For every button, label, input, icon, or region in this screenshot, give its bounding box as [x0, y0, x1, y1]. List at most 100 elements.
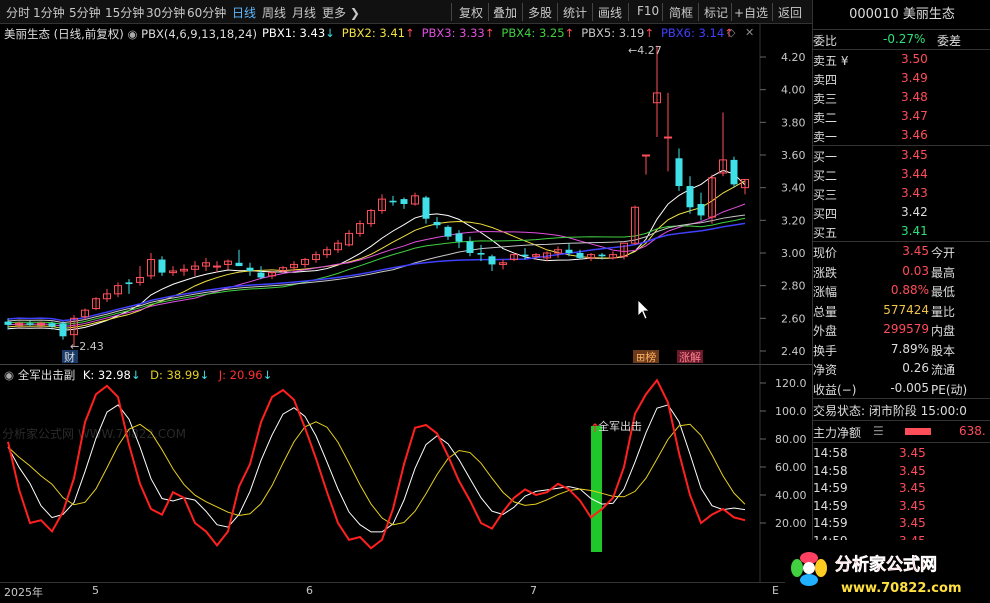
ask-level-4[interactable]: 卖四 3.49 — [813, 70, 990, 88]
stat-label: 总量 — [813, 304, 838, 319]
finance-tag[interactable]: 财 — [64, 350, 75, 364]
bid-label: 买四 — [813, 207, 838, 221]
net-flow-row[interactable]: 主力净额 ☰ 638. — [813, 423, 990, 441]
zhangjie-tag[interactable]: 涨解 — [679, 350, 701, 364]
tick-row[interactable]: 14:58 3.45 — [813, 463, 990, 481]
candle — [653, 45, 661, 138]
bid-level-3[interactable]: 买三 3.43 — [813, 185, 990, 203]
stock-code-name[interactable]: 000010 美丽生态 — [813, 0, 990, 30]
candle — [334, 239, 342, 253]
y-tick-label: 3.40 — [781, 182, 806, 195]
period-tab-30min[interactable]: 30分钟 — [146, 4, 185, 21]
period-tab-monthly[interactable]: 月线 — [292, 4, 316, 21]
y-tick-label: 2.60 — [781, 312, 806, 325]
sub-y-tick-label: 20.00 — [775, 517, 807, 530]
draw-line-button[interactable]: 画线 — [598, 4, 622, 21]
stat-value: 299579 — [883, 322, 929, 336]
tick-row[interactable]: 14:59 3.45 — [813, 498, 990, 516]
tick-row[interactable]: 14:58 3.45 — [813, 445, 990, 463]
f10-button[interactable]: F10 — [637, 4, 659, 18]
longhu-tag[interactable]: ⊞榜 — [636, 350, 656, 364]
tick-time: 14:58 — [813, 446, 848, 460]
kline-main-chart[interactable]: 4.20 4.00 3.80 3.60 3.40 3.20 3.00 2.80 2.60 2.40… — [0, 24, 812, 364]
period-tab-1min[interactable]: 1分钟 — [33, 4, 65, 21]
add-favorite-button[interactable]: +自选 — [734, 4, 768, 21]
candle — [697, 192, 705, 221]
stat-right-label: 量比 — [931, 304, 956, 319]
stat-row[interactable]: 换手 7.89% 股本 — [813, 341, 990, 359]
bid-level-2[interactable]: 买二 3.44 — [813, 166, 990, 184]
ask-level-2[interactable]: 卖二 3.47 — [813, 108, 990, 126]
period-tab-60min[interactable]: 60分钟 — [187, 4, 226, 21]
ask-level-1[interactable]: 卖一 3.46 — [813, 127, 990, 145]
tick-row[interactable]: 14:59 3.45 — [813, 515, 990, 533]
stats-button[interactable]: 统计 — [563, 4, 587, 21]
candle — [499, 259, 507, 270]
chart-close-icon[interactable]: ✕ — [745, 26, 754, 39]
toolbar-divider — [731, 3, 732, 21]
period-tab-more[interactable]: 更多 ❯ — [322, 4, 360, 21]
sub-y-tick-label: 40.00 — [775, 489, 807, 502]
ask-label: 卖五 ¥ — [813, 54, 849, 68]
stat-label: 净资 — [813, 363, 838, 377]
candle — [158, 256, 166, 276]
mark-button[interactable]: 标记 — [704, 4, 728, 21]
ask-level-5[interactable]: 卖五 ¥ 3.50 — [813, 51, 990, 69]
sub-indicator-settings-icon[interactable]: ◉ — [4, 368, 18, 382]
candle — [246, 262, 254, 276]
bid-level-4[interactable]: 买四 3.42 — [813, 204, 990, 222]
ask-level-3[interactable]: 卖三 3.48 — [813, 89, 990, 107]
overlay-button[interactable]: 叠加 — [493, 4, 517, 21]
back-button[interactable]: 返回 — [778, 4, 802, 21]
tick-row[interactable]: 14:59 3.45 — [813, 480, 990, 498]
indicator-settings-icon[interactable]: ◉ — [127, 27, 141, 41]
quote-panel: 000010 美丽生态 委比 -0.27% 委差 卖五 ¥3.50 卖四 3.49 卖… — [812, 0, 990, 603]
divider — [813, 420, 990, 421]
stat-row[interactable]: 外盘 299579 内盘 — [813, 321, 990, 339]
kdj-sub-chart[interactable]: 分析家公式网 WWW.70822.COM 120.0 100.0 80.00 60.0… — [0, 364, 812, 582]
multi-stock-button[interactable]: 多股 — [528, 4, 552, 21]
stat-row[interactable]: 涨幅 0.88% 最低 — [813, 282, 990, 300]
stat-row[interactable]: 涨跌 0.03 最高 — [813, 263, 990, 281]
more-label: 更多 — [322, 6, 347, 20]
period-tab-fenshi[interactable]: 分时 — [6, 4, 30, 21]
indicator-name[interactable]: PBX(4,6,9,13,18,24) — [141, 27, 257, 41]
candle — [686, 176, 694, 214]
d-down-icon: ↓ — [199, 368, 210, 382]
bid-level-1[interactable]: 买一 3.45 — [813, 147, 990, 165]
stat-row[interactable]: 收益(−) -0.005 PE(动) — [813, 380, 990, 398]
pbx-3-arrow-icon: ↑ — [484, 26, 495, 40]
period-tab-daily[interactable]: 日线 — [232, 4, 256, 21]
stat-row[interactable]: 现价 3.45 今开 — [813, 243, 990, 261]
period-tab-5min[interactable]: 5分钟 — [69, 4, 101, 21]
stat-right-label: PE(动) — [931, 382, 968, 397]
stat-label: 换手 — [813, 343, 838, 358]
candle — [510, 253, 518, 262]
x-label-july: 7 — [530, 584, 537, 597]
chart-collapse-icon[interactable]: ◇ — [727, 26, 735, 39]
tick-time: 14:59 — [813, 481, 848, 495]
simple-frame-button[interactable]: 简框 — [669, 4, 693, 21]
longhu-icon: ⊞ — [636, 351, 645, 364]
sub-indicator-name[interactable]: 全军出击副 — [18, 368, 76, 382]
pbx-1-value: PBX1: 3.43↓ — [262, 26, 335, 40]
high-arrow-icon: ← — [628, 44, 637, 57]
tick-price: 3.45 — [899, 463, 926, 478]
x-label-june: 6 — [306, 584, 313, 597]
stat-right-label: 今开 — [931, 246, 956, 260]
stat-row[interactable]: 总量 577424 量比 — [813, 302, 990, 320]
toolbar-divider — [662, 3, 663, 21]
pbx-1-text: PBX1: 3.43 — [262, 26, 326, 40]
list-icon[interactable]: ☰ — [873, 424, 884, 438]
stat-row[interactable]: 净资 0.26 流通 — [813, 360, 990, 378]
toolbar-divider — [451, 3, 452, 21]
fuquan-button[interactable]: 复权 — [459, 4, 483, 21]
candle — [444, 225, 452, 240]
candle — [103, 288, 111, 302]
bid-level-5[interactable]: 买五 3.41 — [813, 223, 990, 241]
weicha-label: 委差 — [936, 34, 961, 48]
period-tab-15min[interactable]: 15分钟 — [105, 4, 144, 21]
logo-title: 分析家公式网 — [835, 554, 937, 575]
period-tab-weekly[interactable]: 周线 — [262, 4, 286, 21]
candle — [92, 297, 100, 311]
